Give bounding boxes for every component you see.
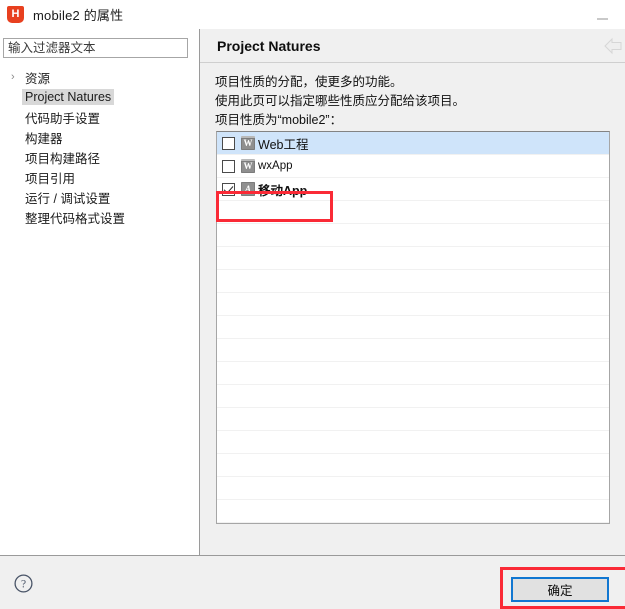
ok-button[interactable]: 确定: [511, 577, 609, 602]
page-description: 项目性质的分配，使更多的功能。 使用此页可以指定哪些性质应分配给该项目。 项目性…: [215, 73, 615, 130]
list-item[interactable]: W Web工程: [217, 132, 609, 155]
nature-checkbox[interactable]: [222, 182, 235, 196]
sidebar-item-label: 整理代码格式设置: [25, 211, 126, 226]
list-row-empty: [217, 408, 609, 431]
hbuilder-shield-icon: H: [7, 6, 24, 23]
svg-text:?: ?: [21, 579, 26, 591]
sidebar-item-code-format[interactable]: 整理代码格式设置: [0, 207, 200, 227]
main-panel: Project Natures 项目性质的分配，使更多的功能。 使用此页可以指定…: [200, 29, 625, 556]
sidebar-item-label: Project Natures: [22, 89, 115, 105]
page-title: Project Natures: [217, 37, 321, 54]
web-nature-icon: W: [241, 136, 255, 150]
natures-list[interactable]: W Web工程 W wxApp A 移动App: [216, 131, 610, 524]
chevron-right-icon[interactable]: ›: [8, 71, 22, 83]
list-row-empty: [217, 500, 609, 523]
list-row-empty: [217, 362, 609, 385]
nature-label: 移动App: [258, 183, 308, 198]
settings-tree: › 资源 Project Natures 代码助手设置 构建器 项目构建路径 项…: [0, 67, 200, 227]
sidebar-panel: › 资源 Project Natures 代码助手设置 构建器 项目构建路径 项…: [0, 29, 200, 556]
web-nature-icon: W: [241, 159, 255, 173]
sidebar-item-builders[interactable]: 构建器: [0, 127, 200, 147]
back-arrow-icon[interactable]: [603, 37, 623, 55]
list-row-empty: [217, 385, 609, 408]
nature-label: wxApp: [258, 160, 293, 172]
description-line-1: 项目性质的分配，使更多的功能。: [215, 75, 403, 89]
list-row-empty: [217, 523, 609, 524]
sidebar-item-label: 项目引用: [25, 171, 76, 186]
help-circle-icon[interactable]: ?: [14, 574, 33, 593]
sidebar-item-build-path[interactable]: 项目构建路径: [0, 147, 200, 167]
column-separator: [609, 132, 610, 523]
sidebar-item-label: 构建器: [25, 131, 63, 146]
sidebar-item-label: 运行 / 调试设置: [25, 191, 111, 206]
sidebar-item-label: 资源: [25, 71, 51, 86]
sidebar-item-project-references[interactable]: 项目引用: [0, 167, 200, 187]
sidebar-item-label: 项目构建路径: [25, 151, 101, 166]
list-row-empty: [217, 477, 609, 500]
list-row-empty: [217, 247, 609, 270]
list-row-empty: [217, 431, 609, 454]
sidebar-item-project-natures[interactable]: Project Natures: [0, 87, 200, 107]
list-item[interactable]: W wxApp: [217, 155, 609, 178]
list-item[interactable]: A 移动App: [217, 178, 609, 201]
page-header: Project Natures: [200, 29, 625, 63]
minimize-icon: [596, 17, 608, 20]
list-row-empty: [217, 316, 609, 339]
list-row-empty: [217, 270, 609, 293]
list-row-empty: [217, 339, 609, 362]
sidebar-item-run-debug[interactable]: 运行 / 调试设置: [0, 187, 200, 207]
nature-checkbox[interactable]: [222, 136, 235, 150]
filter-input[interactable]: [3, 38, 188, 58]
list-row-empty: [217, 293, 609, 316]
sidebar-item-resource[interactable]: › 资源: [0, 67, 200, 87]
title-bar: H mobile2 的属性: [0, 0, 625, 29]
description-line-3: 项目性质为“mobile2”：: [215, 113, 343, 127]
sidebar-item-code-assist[interactable]: 代码助手设置: [0, 107, 200, 127]
nature-label: Web工程: [258, 137, 309, 152]
list-row-empty: [217, 224, 609, 247]
description-line-2: 使用此页可以指定哪些性质应分配给该项目。: [215, 94, 466, 108]
list-row-empty: [217, 201, 609, 224]
app-nature-icon: A: [241, 182, 255, 196]
sidebar-item-label: 代码助手设置: [25, 111, 101, 126]
nature-checkbox[interactable]: [222, 159, 235, 173]
list-row-empty: [217, 454, 609, 477]
minimize-button[interactable]: [587, 0, 617, 29]
window-title: mobile2 的属性: [33, 8, 124, 23]
